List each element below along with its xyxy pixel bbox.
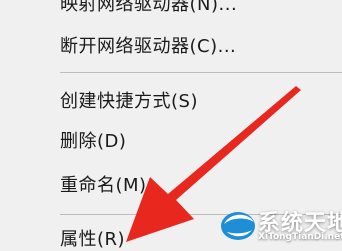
- watermark: 系统天地 XiTongTianDi.net: [218, 200, 342, 247]
- menu-separator: [60, 72, 342, 73]
- menu-item-disconnect-network-drive[interactable]: 断开网络驱动器(C)...: [60, 36, 236, 58]
- menu-item-properties[interactable]: 属性(R): [60, 229, 125, 251]
- menu-item-delete[interactable]: 删除(D): [60, 131, 126, 153]
- watermark-logo-icon: [221, 212, 255, 240]
- watermark-url: XiTongTianDi.net: [258, 232, 342, 242]
- menu-item-create-shortcut[interactable]: 创建快捷方式(S): [60, 91, 198, 113]
- menu-item-map-network-drive[interactable]: 映射网络驱动器(N)...: [60, 0, 237, 16]
- menu-item-rename[interactable]: 重命名(M): [60, 175, 147, 197]
